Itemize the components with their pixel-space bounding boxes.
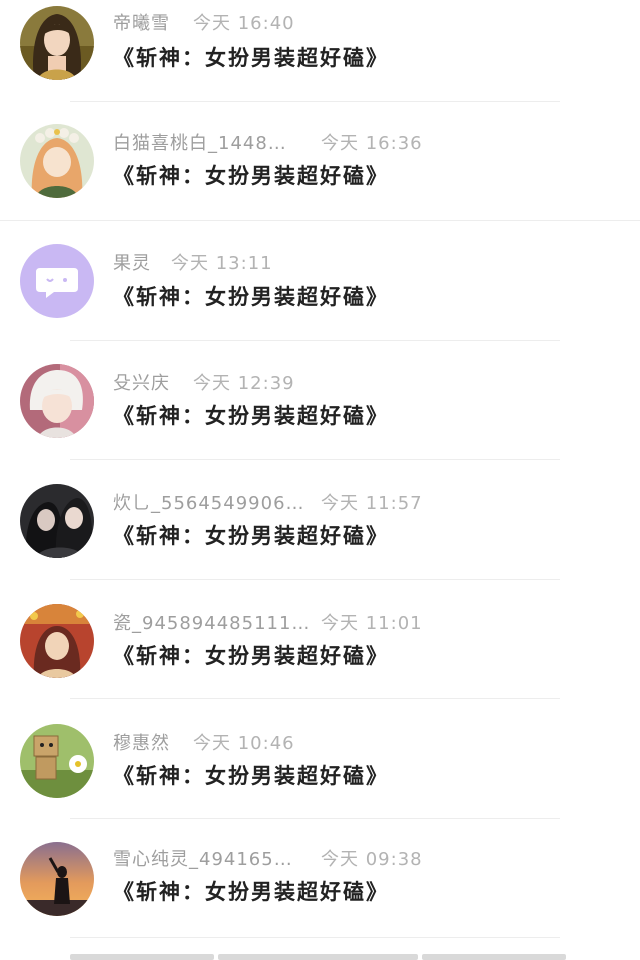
comment-item[interactable]: 帝曦雪 今天 16:40 《斩神：女扮男装超好磕》 [0,0,640,100]
comment-item[interactable]: 白猫喜桃白_1448… 今天 16:36 《斩神：女扮男装超好磕》 [0,118,640,218]
user-avatar[interactable] [20,6,94,80]
bottom-tab-segment[interactable] [422,954,566,960]
long-hair-woman-icon [20,6,94,80]
username[interactable]: 帝曦雪 [113,13,170,34]
username[interactable]: 炊乚_5564549906… [113,493,305,514]
comment-meta: 瓷_945894485111… 今天 11:01 [113,610,422,638]
comment-meta: 炊乚_5564549906… 今天 11:57 [113,490,422,518]
comment-text: 《斩神：女扮男装超好磕》 [113,524,389,548]
timestamp: 今天 11:57 [321,493,423,514]
comment-item[interactable]: 殳兴庆 今天 12:39 《斩神：女扮男装超好磕》 [0,356,640,456]
user-avatar[interactable] [20,604,94,678]
comment-meta: 殳兴庆 今天 12:39 [113,370,294,398]
divider [70,340,560,341]
default-chat-bubble-icon [20,244,94,318]
timestamp: 今天 11:01 [321,613,423,634]
comment-text: 《斩神：女扮男装超好磕》 [113,644,389,668]
flower-crown-girl-icon [20,124,94,198]
comment-meta: 穆惠然 今天 10:46 [113,730,294,758]
user-avatar[interactable] [20,842,94,916]
bottom-tab-segment[interactable] [70,954,214,960]
comment-item[interactable]: 雪心纯灵_494165… 今天 09:38 《斩神：女扮男装超好磕》 [0,836,640,936]
timestamp: 今天 09:38 [321,849,423,870]
comment-meta: 雪心纯灵_494165… 今天 09:38 [113,846,422,874]
divider [70,459,560,460]
comment-item[interactable]: 炊乚_5564549906… 今天 11:57 《斩神：女扮男装超好磕》 [0,476,640,576]
sunset-silhouette-icon [20,842,94,916]
comment-item[interactable]: 瓷_945894485111… 今天 11:01 《斩神：女扮男装超好磕》 [0,596,640,696]
bottom-tab-segment[interactable] [218,954,418,960]
username[interactable]: 殳兴庆 [113,373,170,394]
divider [70,818,560,819]
user-avatar[interactable] [20,364,94,438]
comment-list: 帝曦雪 今天 16:40 《斩神：女扮男装超好磕》 白猫喜桃白_1448… 今天… [0,0,640,960]
cardboard-robot-flower-icon [20,724,94,798]
comment-text: 《斩神：女扮男装超好磕》 [113,164,389,188]
comment-text: 《斩神：女扮男装超好磕》 [113,285,389,309]
comment-text: 《斩神：女扮男装超好磕》 [113,764,389,788]
white-hair-boy-icon [20,364,94,438]
couple-dark-icon [20,484,94,558]
user-avatar[interactable] [20,244,94,318]
red-orange-illustration-icon [20,604,94,678]
username[interactable]: 雪心纯灵_494165… [113,849,293,870]
comment-item[interactable]: 穆惠然 今天 10:46 《斩神：女扮男装超好磕》 [0,716,640,816]
comment-meta: 果灵 今天 13:11 [113,250,272,278]
comment-meta: 白猫喜桃白_1448… 今天 16:36 [113,130,422,158]
username[interactable]: 穆惠然 [113,733,170,754]
username[interactable]: 白猫喜桃白_1448… [113,133,287,154]
comment-meta: 帝曦雪 今天 16:40 [113,10,294,38]
timestamp: 今天 13:11 [171,253,273,274]
divider [70,937,560,938]
user-avatar[interactable] [20,484,94,558]
divider [0,220,640,221]
username[interactable]: 果灵 [113,253,151,274]
timestamp: 今天 12:39 [193,373,295,394]
timestamp: 今天 16:40 [193,13,295,34]
divider [70,698,560,699]
user-avatar[interactable] [20,724,94,798]
user-avatar[interactable] [20,124,94,198]
divider [70,101,560,102]
comment-item[interactable]: 果灵 今天 13:11 《斩神：女扮男装超好磕》 [0,236,640,336]
comment-text: 《斩神：女扮男装超好磕》 [113,46,389,70]
timestamp: 今天 10:46 [193,733,295,754]
divider [70,579,560,580]
timestamp: 今天 16:36 [321,133,423,154]
username[interactable]: 瓷_945894485111… [113,613,310,634]
comment-text: 《斩神：女扮男装超好磕》 [113,404,389,428]
comment-text: 《斩神：女扮男装超好磕》 [113,880,389,904]
